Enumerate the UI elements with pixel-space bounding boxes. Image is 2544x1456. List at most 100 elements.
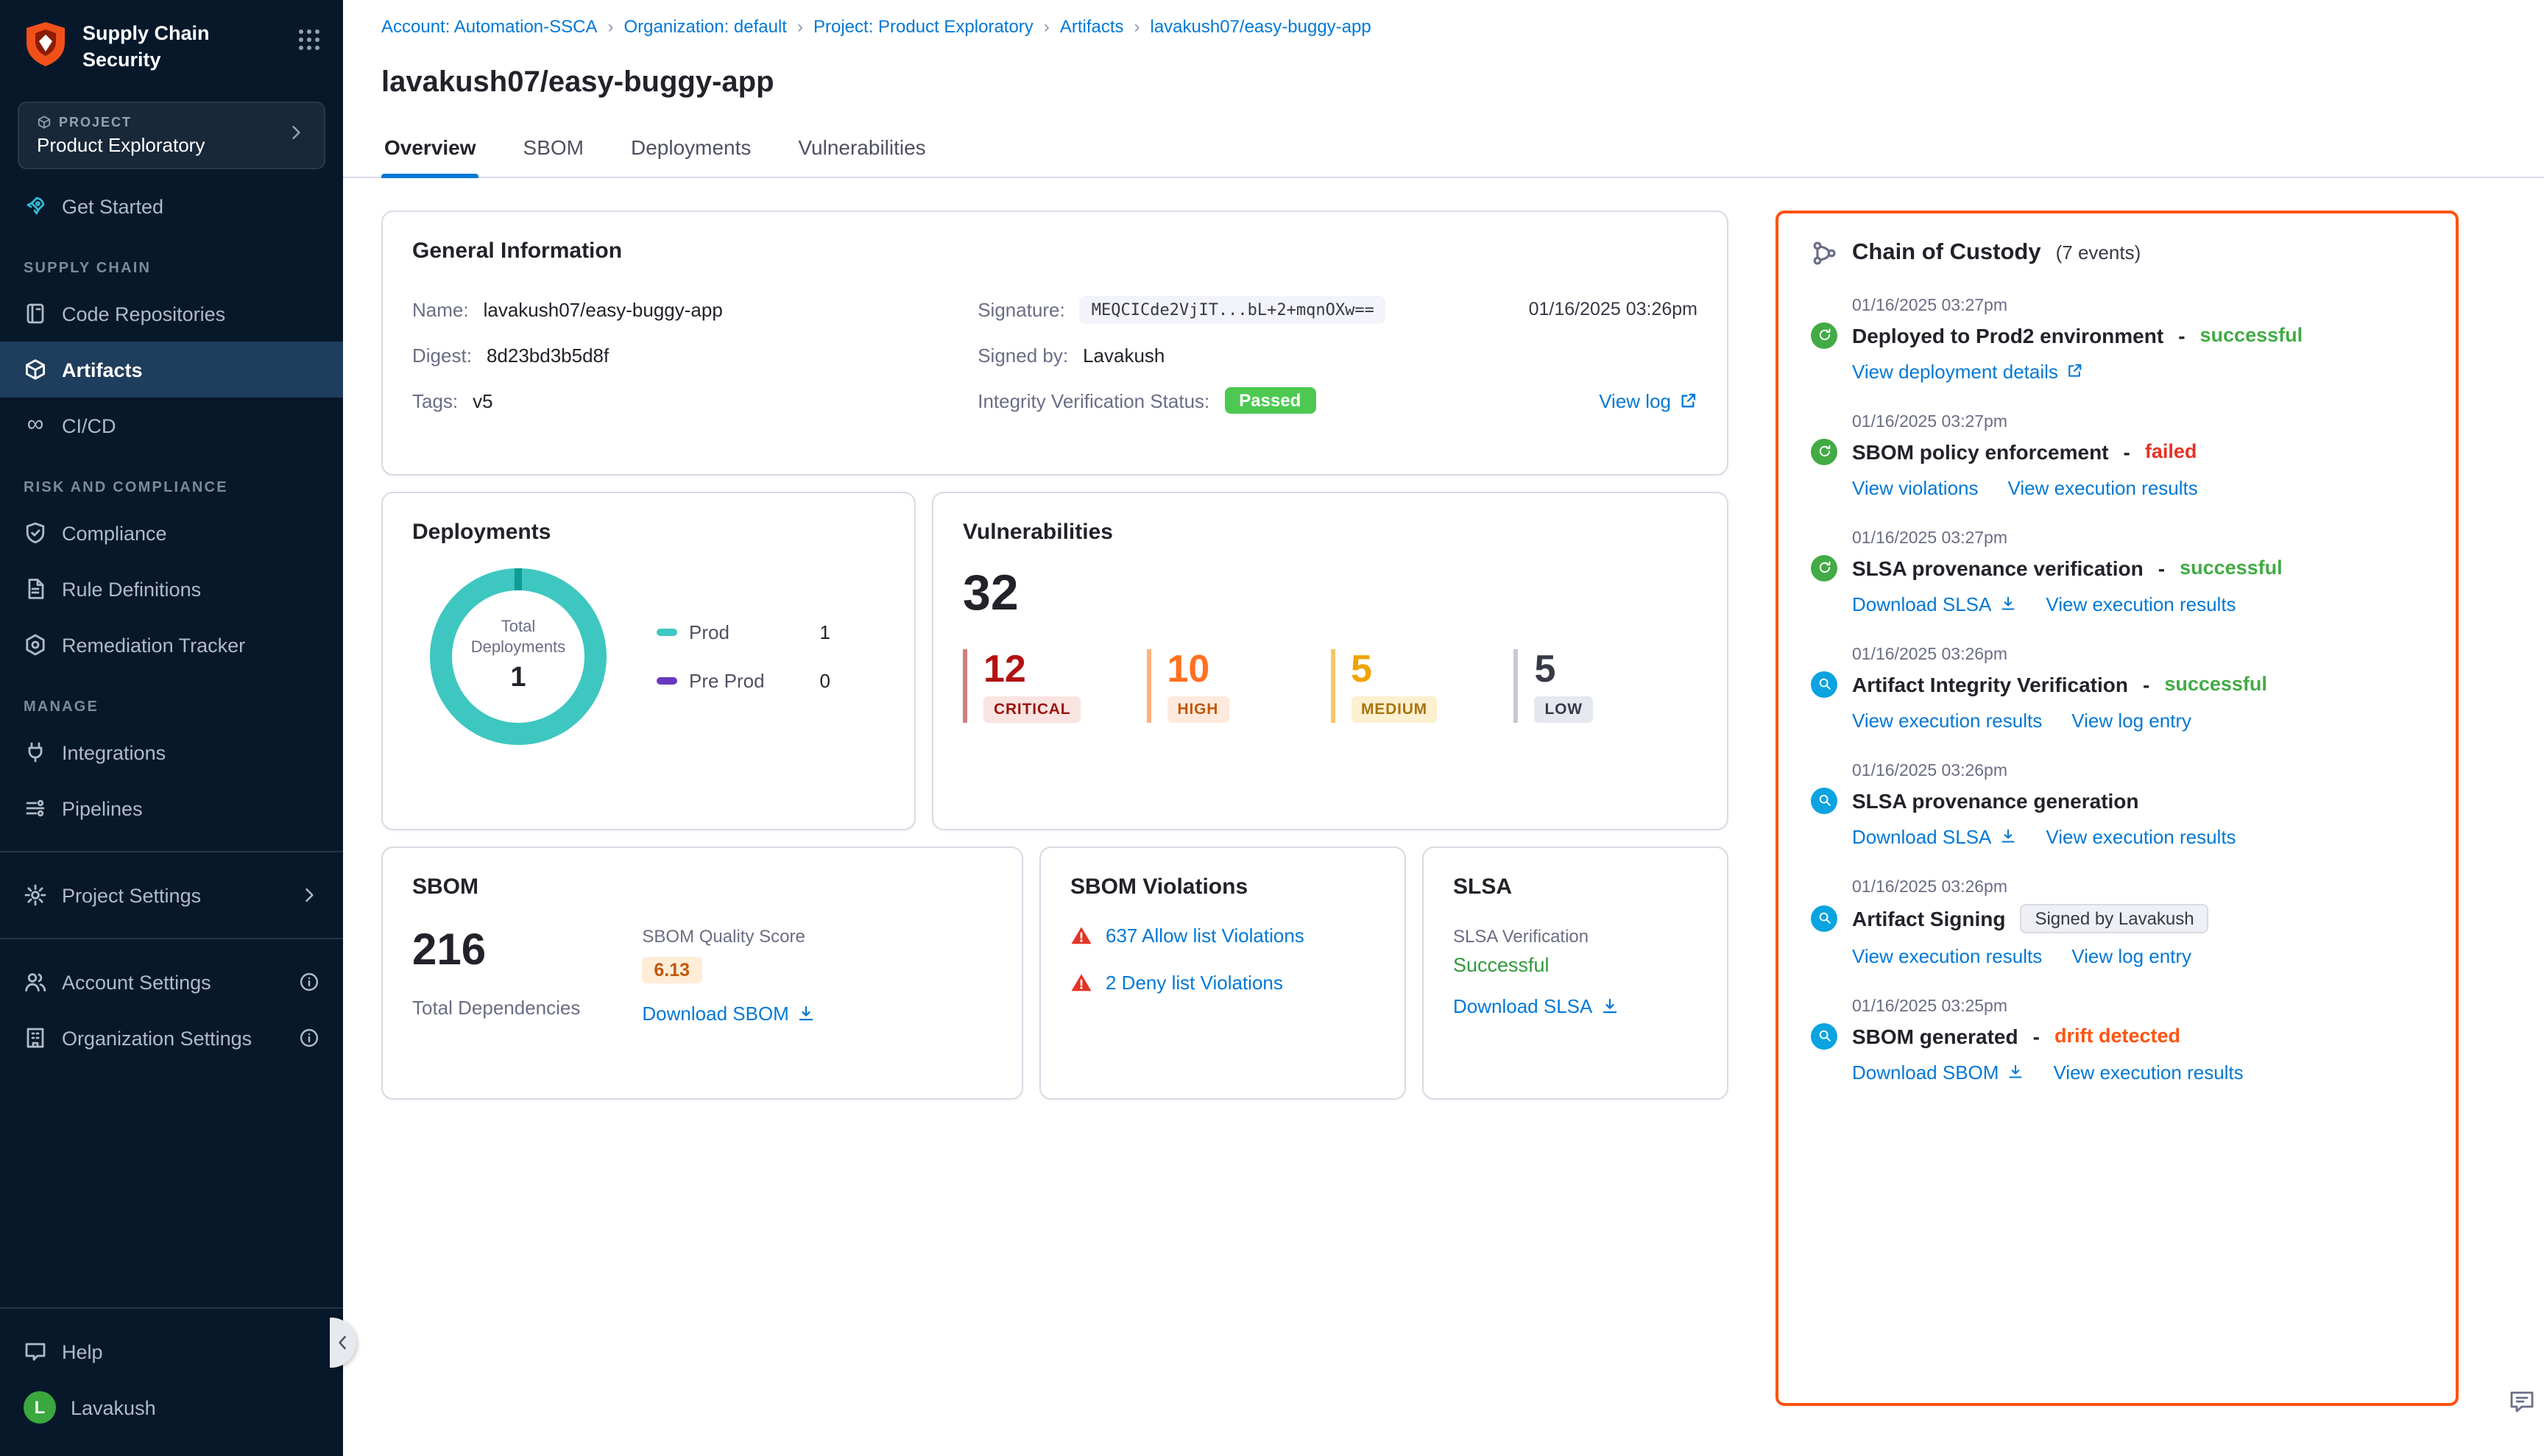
vulnerabilities-card: Vulnerabilities 32 12 CRITICAL 10 HIGH <box>932 492 1728 830</box>
divider <box>0 1307 343 1309</box>
tab-deployments[interactable]: Deployments <box>628 121 754 177</box>
user-menu[interactable]: L Lavakush <box>0 1379 343 1435</box>
rocket-icon <box>24 194 47 218</box>
breadcrumb-current[interactable]: lavakush07/easy-buggy-app <box>1151 16 1371 37</box>
chain-of-custody-card: Chain of Custody (7 events) 01/16/2025 0… <box>1776 211 2459 1406</box>
status-badge-passed: Passed <box>1224 388 1315 414</box>
sbom-quality-score-badge: 6.13 <box>642 957 702 983</box>
tab-bar: Overview SBOM Deployments Vulnerabilitie… <box>343 121 2544 178</box>
sbom-generated-icon <box>1811 1023 1837 1050</box>
view-violations-link[interactable]: View violations <box>1852 477 1979 499</box>
page-title: lavakush07/easy-buggy-app <box>343 57 2544 101</box>
info-icon <box>299 972 319 992</box>
sidebar-item-cicd[interactable]: ∞ CI/CD <box>0 397 343 453</box>
breadcrumb-project[interactable]: Project: Product Exploratory <box>813 16 1034 37</box>
custody-event: 01/16/2025 03:27pm SBOM policy enforceme… <box>1811 414 2423 499</box>
tab-sbom[interactable]: SBOM <box>520 121 587 177</box>
sidebar-item-artifacts[interactable]: Artifacts <box>0 342 343 397</box>
sidebar-item-rule-definitions[interactable]: Rule Definitions <box>0 561 343 617</box>
sidebar-item-account-settings[interactable]: Account Settings <box>0 954 343 1010</box>
sidebar-item-remediation-tracker[interactable]: Remediation Tracker <box>0 617 343 673</box>
severity-medium: 5 MEDIUM <box>1330 649 1514 723</box>
chat-bubble-icon <box>2507 1387 2537 1416</box>
sidebar-item-project-settings[interactable]: Project Settings <box>0 867 343 923</box>
event-status: successful <box>2200 325 2303 347</box>
content-area: General Information Name: lavakush07/eas… <box>343 178 2544 1438</box>
card-title: SBOM <box>412 874 992 900</box>
custody-event: 01/16/2025 03:26pm SLSA provenance gener… <box>1811 763 2423 848</box>
view-log-entry-link[interactable]: View log entry <box>2071 945 2191 967</box>
events-count: (7 events) <box>2056 242 2141 264</box>
view-execution-results-link[interactable]: View execution results <box>1852 710 2042 732</box>
event-status: drift detected <box>2054 1025 2180 1047</box>
donut-segment-marker <box>515 568 522 590</box>
custody-event: 01/16/2025 03:27pm Deployed to Prod2 env… <box>1811 297 2423 383</box>
breadcrumb-artifacts[interactable]: Artifacts <box>1060 16 1124 37</box>
legend-item-prod: Prod 1 <box>657 621 830 643</box>
download-sbom-link[interactable]: Download SBOM <box>1852 1061 2024 1084</box>
app-logo-icon <box>24 21 68 68</box>
project-icon <box>37 115 52 130</box>
view-deployment-details-link[interactable]: View deployment details <box>1852 361 2083 383</box>
sidebar-item-pipelines[interactable]: Pipelines <box>0 780 343 836</box>
view-execution-results-link[interactable]: View execution results <box>2053 1061 2243 1084</box>
name-label: Name: <box>412 299 469 321</box>
chain-of-custody-title: Chain of Custody <box>1852 240 2041 266</box>
event-status: successful <box>2180 557 2283 579</box>
module-grid-icon[interactable] <box>296 26 322 60</box>
tags-value: v5 <box>473 390 492 412</box>
help-chat-icon <box>24 1340 47 1363</box>
view-execution-results-link[interactable]: View execution results <box>2008 477 2198 499</box>
view-log-entry-link[interactable]: View log entry <box>2071 710 2191 732</box>
assistant-chat-button[interactable] <box>2507 1387 2537 1424</box>
warning-icon <box>1070 925 1092 947</box>
sbom-quality-label: SBOM Quality Score <box>642 926 815 947</box>
custody-event: 01/16/2025 03:26pm Artifact Signing Sign… <box>1811 879 2423 967</box>
deny-list-violations-link[interactable]: 2 Deny list Violations <box>1106 972 1283 994</box>
tags-label: Tags: <box>412 390 458 412</box>
custody-event: 01/16/2025 03:26pm Artifact Integrity Ve… <box>1811 646 2423 732</box>
sbom-card: SBOM 216 Total Dependencies SBOM Quality… <box>381 847 1023 1100</box>
sidebar-item-get-started[interactable]: Get Started <box>0 178 343 234</box>
tab-overview[interactable]: Overview <box>381 121 479 177</box>
sidebar-item-code-repositories[interactable]: Code Repositories <box>0 286 343 342</box>
download-sbom-link[interactable]: Download SBOM <box>642 1003 815 1025</box>
section-label-supply-chain: SUPPLY CHAIN <box>0 234 343 286</box>
sidebar-item-help[interactable]: Help <box>0 1324 343 1379</box>
card-title: SLSA <box>1453 874 1697 900</box>
event-status: failed <box>2145 441 2197 463</box>
sbom-count-label: Total Dependencies <box>412 997 580 1019</box>
download-icon <box>1600 997 1619 1016</box>
deployments-legend: Prod 1 Pre Prod 0 <box>657 621 830 692</box>
view-execution-results-link[interactable]: View execution results <box>1852 945 2042 967</box>
tab-vulnerabilities[interactable]: Vulnerabilities <box>795 121 928 177</box>
slsa-verification-label: SLSA Verification <box>1453 926 1697 947</box>
breadcrumb-separator: › <box>1134 16 1140 37</box>
view-log-link[interactable]: View log <box>1599 390 1697 412</box>
slsa-generation-icon <box>1811 788 1837 814</box>
download-slsa-link[interactable]: Download SLSA <box>1852 826 2016 848</box>
view-execution-results-link[interactable]: View execution results <box>2046 826 2236 848</box>
project-selector[interactable]: PROJECT Product Exploratory <box>18 102 325 169</box>
download-icon <box>2006 1064 2024 1081</box>
signature-value: MEQCICde2VjIT...bL+2+mqnOXw== <box>1080 296 1386 324</box>
sidebar-header: Supply Chain Security <box>0 0 343 87</box>
integrity-status-label: Integrity Verification Status: <box>978 390 1209 412</box>
external-link-icon <box>1678 392 1697 411</box>
divider <box>0 938 343 939</box>
chevron-left-icon <box>333 1332 353 1353</box>
view-execution-results-link[interactable]: View execution results <box>2046 593 2236 615</box>
sidebar-item-organization-settings[interactable]: Organization Settings <box>0 1010 343 1066</box>
breadcrumb-organization[interactable]: Organization: default <box>624 16 788 37</box>
digest-value: 8d23bd3b5d8f <box>487 344 609 367</box>
app-window: Supply Chain Security PROJECT Product Ex… <box>0 0 2544 1456</box>
avatar: L <box>24 1391 56 1424</box>
allow-list-violations-link[interactable]: 637 Allow list Violations <box>1106 925 1304 947</box>
sidebar-item-integrations[interactable]: Integrations <box>0 724 343 780</box>
shield-check-icon <box>24 521 47 545</box>
sidebar-item-compliance[interactable]: Compliance <box>0 505 343 561</box>
slsa-status: Successful <box>1453 954 1697 976</box>
download-slsa-link[interactable]: Download SLSA <box>1852 593 2016 615</box>
breadcrumb-account[interactable]: Account: Automation-SSCA <box>381 16 598 37</box>
download-slsa-link[interactable]: Download SLSA <box>1453 995 1619 1017</box>
